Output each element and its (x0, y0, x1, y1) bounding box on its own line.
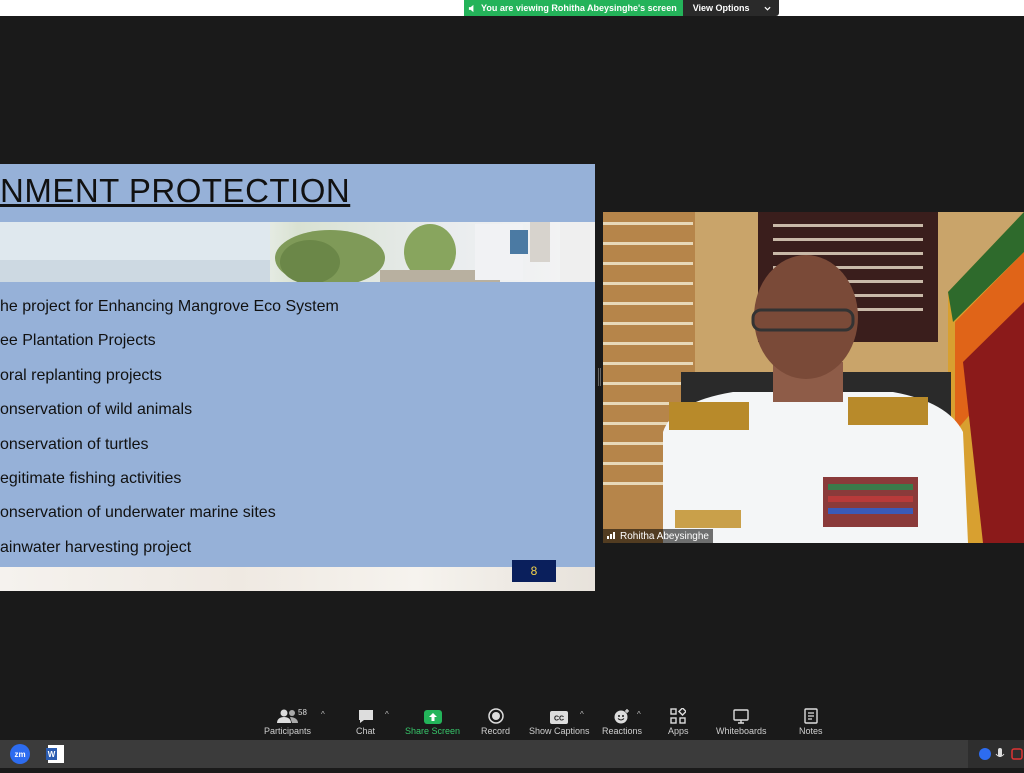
bullet-item: egitimate fishing activities (0, 469, 182, 487)
notes-icon (804, 700, 818, 724)
svg-text:CC: CC (554, 716, 564, 723)
bullet-item: oral replanting projects (0, 366, 162, 384)
chat-button[interactable]: Chat (356, 700, 375, 736)
viewing-text: You are viewing Rohitha Abeysinghe's scr… (481, 3, 677, 13)
record-label: Record (481, 726, 511, 736)
shared-slide: NMENT PROTECTION he project for Enhancin… (0, 164, 595, 591)
word-app-label: W (48, 750, 56, 759)
notes-label: Notes (799, 726, 823, 736)
meeting-toolbar: Participants 58 ^ Chat ^ Share Screen Re… (0, 700, 1024, 740)
share-screen-label: Share Screen (405, 726, 461, 736)
reactions-label: Reactions (602, 726, 643, 736)
bullet-item: ee Plantation Projects (0, 332, 156, 350)
os-taskbar: zm W (0, 740, 1024, 768)
apps-button[interactable]: Apps (668, 700, 689, 736)
participant-name-tag: Rohitha Abeysinghe (603, 529, 713, 543)
share-screen-button[interactable]: Share Screen (405, 700, 460, 736)
whiteboard-icon (733, 700, 749, 724)
participants-label: Participants (264, 726, 312, 736)
participants-caret-icon[interactable]: ^ (321, 710, 325, 719)
record-button[interactable]: Record (481, 700, 510, 736)
bullet-item: ainwater harvesting project (0, 538, 192, 556)
apps-icon (670, 700, 687, 724)
slide-bottom-strip (0, 567, 595, 591)
participants-count: 58 (298, 708, 307, 717)
bullet-item: onservation of underwater marine sites (0, 504, 276, 522)
zoom-app-label: zm (14, 750, 25, 759)
share-banner: You are viewing Rohitha Abeysinghe's scr… (464, 0, 779, 16)
slide-title: NMENT PROTECTION (0, 172, 351, 209)
whiteboards-label: Whiteboards (716, 726, 767, 736)
zoom-tray-icon (979, 748, 991, 760)
signal-bars-icon (607, 531, 617, 542)
notes-button[interactable]: Notes (799, 700, 823, 736)
record-icon (487, 700, 504, 724)
view-options-label: View Options (692, 3, 750, 13)
reactions-icon (613, 700, 631, 724)
chevron-down-icon (763, 6, 771, 11)
slide-bullet-list: he project for Enhancing Mangrove Eco Sy… (0, 290, 339, 565)
participants-icon (276, 700, 299, 724)
apps-label: Apps (668, 726, 689, 736)
resize-handle[interactable] (598, 368, 601, 386)
view-options-button[interactable]: View Options (682, 0, 779, 16)
notification-icon (1011, 748, 1023, 760)
participant-name: Rohitha Abeysinghe (620, 530, 709, 542)
slide-photo-strip (0, 222, 595, 282)
viewing-indicator: You are viewing Rohitha Abeysinghe's scr… (464, 0, 683, 16)
whiteboards-button[interactable]: Whiteboards (716, 700, 767, 736)
captions-icon: CC (550, 700, 569, 724)
zoom-app-icon[interactable]: zm (8, 743, 32, 765)
bullet-item: he project for Enhancing Mangrove Eco Sy… (0, 298, 339, 315)
chat-label: Chat (356, 726, 376, 736)
word-app-icon[interactable]: W (44, 743, 68, 765)
show-captions-label: Show Captions (529, 726, 590, 736)
captions-caret-icon[interactable]: ^ (580, 710, 584, 719)
chat-icon (358, 700, 374, 724)
slide-page-number: 8 (512, 560, 556, 582)
participant-video[interactable] (603, 212, 1024, 543)
bullet-item: onservation of turtles (0, 435, 149, 453)
share-screen-icon (423, 700, 442, 724)
chat-caret-icon[interactable]: ^ (385, 710, 389, 719)
speaker-icon (468, 4, 477, 13)
bullet-item: onservation of wild animals (0, 401, 193, 419)
system-tray (968, 740, 1024, 768)
participants-button[interactable]: Participants (264, 700, 311, 736)
reactions-caret-icon[interactable]: ^ (637, 710, 641, 719)
